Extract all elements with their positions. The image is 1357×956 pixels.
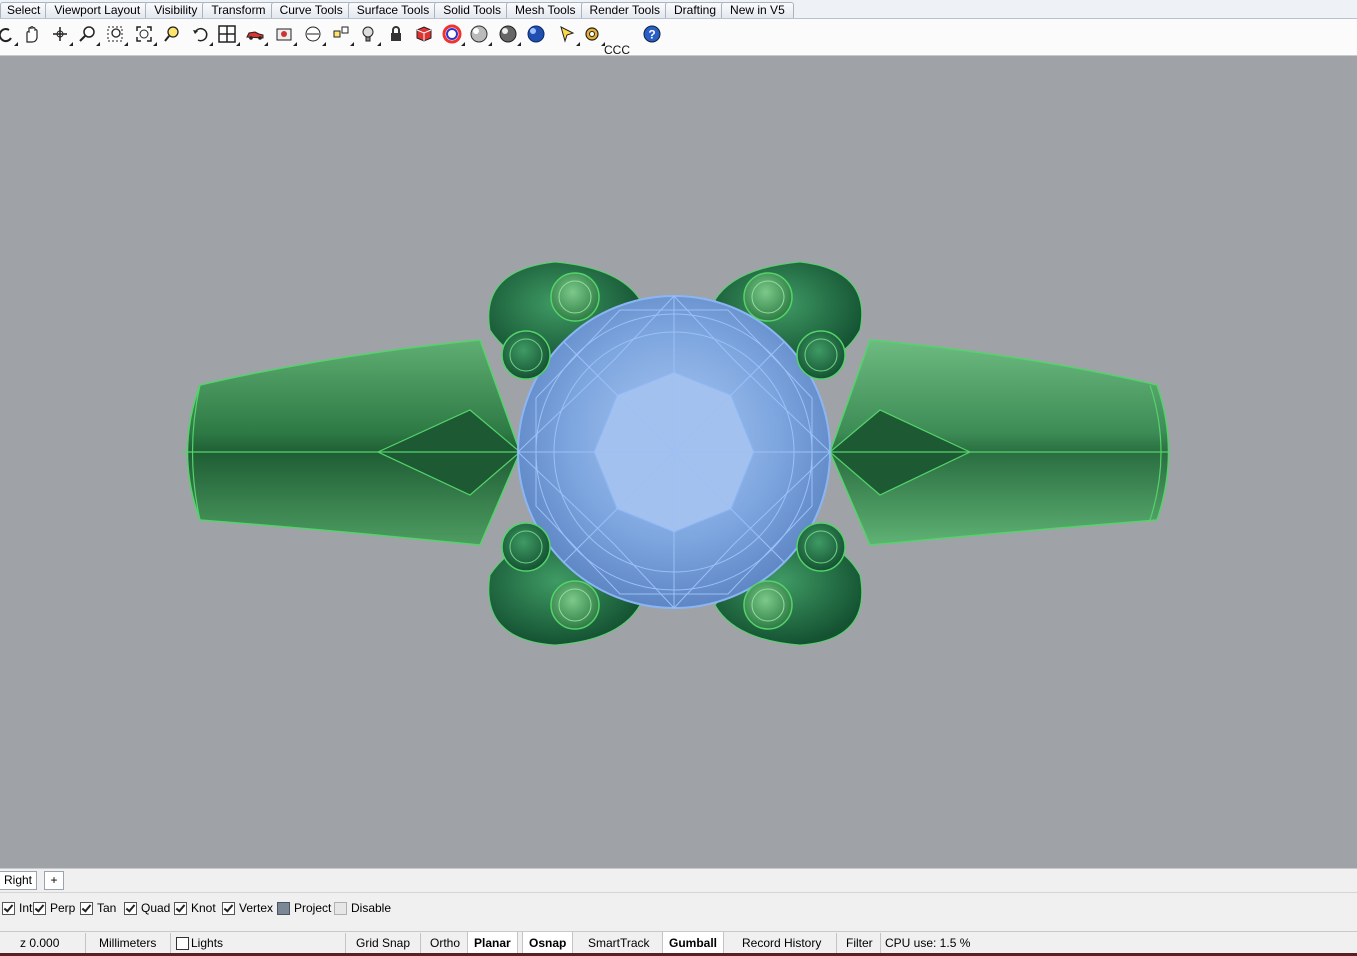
zoom-extents-icon[interactable] bbox=[133, 22, 157, 46]
tab-mesh-tools[interactable]: Mesh Tools bbox=[506, 2, 585, 18]
point-icon[interactable] bbox=[330, 22, 354, 46]
viewport-tab-bar: Right + bbox=[0, 868, 1357, 892]
osnap-checkbox[interactable] bbox=[174, 901, 187, 915]
color-wheel-icon[interactable] bbox=[441, 22, 465, 46]
shaded-sphere-icon[interactable] bbox=[468, 22, 492, 46]
ring-model-render bbox=[182, 261, 1170, 646]
zoom-selected-icon[interactable] bbox=[161, 22, 183, 46]
pan-hand-icon[interactable] bbox=[20, 22, 42, 46]
gear-settings-icon[interactable] bbox=[581, 22, 605, 46]
layer-color-swatch bbox=[176, 936, 189, 950]
osnap-checkbox[interactable] bbox=[2, 901, 15, 915]
osnap-checkbox[interactable] bbox=[33, 901, 46, 915]
units-display[interactable]: Millimeters bbox=[99, 932, 156, 954]
blue-sphere-icon[interactable] bbox=[525, 22, 547, 46]
smarttrack-toggle[interactable]: SmartTrack bbox=[588, 932, 650, 954]
status-bar: z 0.000 Millimeters Lights Grid Snap Ort… bbox=[0, 931, 1357, 954]
rotate-view-icon[interactable] bbox=[49, 22, 73, 46]
osnap-label: Quad bbox=[141, 901, 171, 915]
layer-display[interactable]: Lights bbox=[176, 932, 223, 954]
standard-toolbar: CCC ? bbox=[0, 19, 1357, 57]
add-viewport-tab-button[interactable]: + bbox=[44, 871, 64, 890]
undo-icon[interactable] bbox=[0, 22, 18, 46]
osnap-disable[interactable]: Disable bbox=[334, 901, 391, 915]
tab-right-viewport[interactable]: Right bbox=[0, 871, 38, 890]
osnap-project[interactable]: Project bbox=[277, 901, 331, 915]
tab-surface-tools[interactable]: Surface Tools bbox=[347, 2, 439, 18]
render-car-icon[interactable] bbox=[244, 22, 268, 46]
osnap-int[interactable]: Int bbox=[2, 901, 32, 915]
osnap-label: Perp bbox=[50, 901, 76, 915]
osnap-label: Tan bbox=[97, 901, 117, 915]
osnap-bar: Int Perp Tan Quad Knot Vertex Project Disable bbox=[0, 892, 1357, 923]
tab-drafting[interactable]: Drafting bbox=[665, 2, 726, 18]
pointer-icon[interactable] bbox=[556, 22, 580, 46]
gumball-toggle[interactable]: Gumball bbox=[662, 932, 725, 954]
osnap-tan[interactable]: Tan bbox=[80, 901, 116, 915]
tab-select[interactable]: Select bbox=[0, 2, 50, 18]
rendered-sphere-icon[interactable] bbox=[497, 22, 521, 46]
tab-new-in-v5[interactable]: New in V5 bbox=[721, 2, 794, 18]
cpu-usage: CPU use: 1.5 % bbox=[885, 936, 971, 950]
osnap-checkbox[interactable] bbox=[334, 901, 347, 915]
coordinate-readout: z 0.000 bbox=[20, 936, 60, 950]
layer-name: Lights bbox=[191, 936, 224, 950]
tab-solid-tools[interactable]: Solid Tools bbox=[434, 2, 511, 18]
planar-toggle[interactable]: Planar bbox=[467, 932, 518, 954]
osnap-label: Knot bbox=[191, 901, 216, 915]
tab-transform[interactable]: Transform bbox=[202, 2, 275, 18]
filter-button[interactable]: Filter bbox=[846, 932, 873, 954]
tab-curve-tools[interactable]: Curve Tools bbox=[270, 2, 352, 18]
help-icon[interactable]: ? bbox=[641, 22, 663, 46]
osnap-label: Project bbox=[294, 901, 332, 915]
tab-viewport-layout[interactable]: Viewport Layout bbox=[45, 2, 150, 18]
shaded-box-icon[interactable] bbox=[413, 22, 435, 46]
light-bulb-icon[interactable] bbox=[357, 22, 381, 46]
tab-render-tools[interactable]: Render Tools bbox=[580, 2, 670, 18]
osnap-quad[interactable]: Quad bbox=[124, 901, 170, 915]
osnap-checkbox[interactable] bbox=[124, 901, 137, 915]
osnap-knot[interactable]: Knot bbox=[174, 901, 216, 915]
osnap-toggle[interactable]: Osnap bbox=[522, 932, 574, 954]
osnap-label: Disable bbox=[351, 901, 392, 915]
osnap-checkbox[interactable] bbox=[222, 901, 235, 915]
four-viewports-icon[interactable] bbox=[216, 22, 240, 46]
tab-visibility[interactable]: Visibility bbox=[145, 2, 207, 18]
osnap-checkbox[interactable] bbox=[277, 901, 290, 915]
ortho-toggle[interactable]: Ortho bbox=[430, 932, 460, 954]
undo-view-icon[interactable] bbox=[189, 22, 213, 46]
svg-text:?: ? bbox=[648, 28, 655, 42]
osnap-perp[interactable]: Perp bbox=[33, 901, 75, 915]
grid-snap-toggle[interactable]: Grid Snap bbox=[356, 932, 410, 954]
set-cplane-icon[interactable] bbox=[302, 22, 326, 46]
zoom-icon[interactable] bbox=[76, 22, 100, 46]
right-viewport[interactable] bbox=[0, 56, 1357, 868]
osnap-label: Vertex bbox=[239, 901, 274, 915]
lock-icon[interactable] bbox=[385, 22, 407, 46]
osnap-checkbox[interactable] bbox=[80, 901, 93, 915]
zoom-window-icon[interactable] bbox=[104, 22, 128, 46]
record-history-toggle[interactable]: Record History bbox=[742, 932, 821, 954]
ccc-label[interactable]: CCC bbox=[604, 43, 630, 57]
named-views-icon[interactable] bbox=[273, 22, 297, 46]
osnap-vertex[interactable]: Vertex bbox=[222, 901, 273, 915]
command-tab-bar: Select Viewport Layout Visibility Transform… bbox=[0, 0, 1357, 19]
osnap-label: Int bbox=[19, 901, 33, 915]
